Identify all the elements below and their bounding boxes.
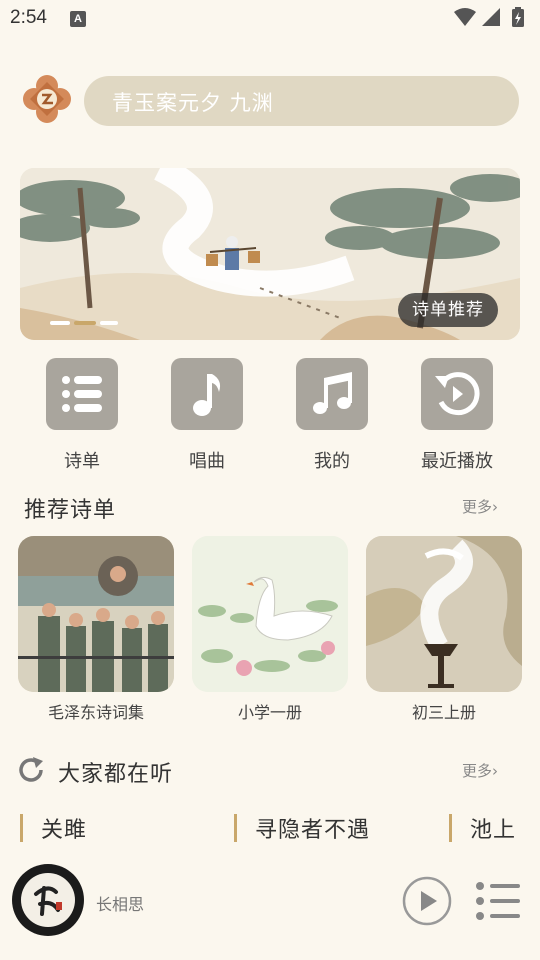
popular-item[interactable]: 池上 xyxy=(449,812,540,844)
search-input[interactable]: 青玉案元夕 九渊 xyxy=(112,87,274,117)
quick-recent-label: 最近播放 xyxy=(421,451,493,472)
playlist-card-label: 初三上册 xyxy=(411,703,476,722)
chip-accent xyxy=(234,814,237,842)
status-time: 2:54 xyxy=(10,7,47,28)
signal-icon xyxy=(482,8,500,26)
playlist-card-grade9[interactable] xyxy=(366,536,522,692)
quick-mine-button[interactable] xyxy=(296,358,368,430)
card-image xyxy=(192,536,348,692)
popular-more-link[interactable]: 更多› xyxy=(462,760,498,781)
music-note-icon xyxy=(193,374,221,416)
history-icon xyxy=(435,372,480,416)
banner-tag[interactable]: 诗单推荐 xyxy=(398,293,498,327)
popular-item[interactable]: 寻隐者不遇 xyxy=(234,812,434,844)
status-bar: 2:54 A xyxy=(0,0,540,38)
carousel-indicator xyxy=(50,321,118,325)
recommended-more-link[interactable]: 更多› xyxy=(462,496,498,517)
chip-accent xyxy=(20,814,23,842)
player-disc[interactable] xyxy=(12,864,84,936)
playlist-queue-icon[interactable] xyxy=(474,880,522,922)
player-title: 长相思 xyxy=(96,895,145,914)
card-image xyxy=(366,536,522,692)
more-label: 更多 xyxy=(462,762,493,780)
app-logo[interactable] xyxy=(18,70,76,128)
chevron-right-icon: › xyxy=(492,498,499,516)
chevron-right-icon: › xyxy=(492,762,499,780)
quick-mine-label: 我的 xyxy=(314,451,350,472)
quick-sing-button[interactable] xyxy=(171,358,243,430)
play-icon[interactable] xyxy=(402,876,452,926)
playlist-card-mao[interactable] xyxy=(18,536,174,692)
popular-title: 大家都在听 xyxy=(58,762,174,787)
popular-item-title: 池上 xyxy=(470,818,517,843)
playlist-card-primary[interactable] xyxy=(192,536,348,692)
chip-accent xyxy=(449,814,452,842)
more-label: 更多 xyxy=(462,498,493,516)
battery-icon xyxy=(512,7,524,27)
quick-sing-label: 唱曲 xyxy=(189,451,225,472)
quick-playlist-label: 诗单 xyxy=(64,451,100,472)
wifi-icon xyxy=(454,8,476,26)
quick-playlist-button[interactable] xyxy=(46,358,118,430)
disc-art xyxy=(14,866,82,934)
notification-icon: A xyxy=(70,11,86,27)
popular-item-title: 寻隐者不遇 xyxy=(255,818,371,843)
search-bar[interactable]: 青玉案元夕 九渊 xyxy=(84,76,519,126)
playlist-card-label: 毛泽东诗词集 xyxy=(47,703,144,722)
quick-recent-button[interactable] xyxy=(421,358,493,430)
status-icons xyxy=(454,7,524,27)
playlist-card-label: 小学一册 xyxy=(237,703,302,722)
list-icon xyxy=(62,376,102,412)
card-image xyxy=(18,536,174,692)
recommended-title: 推荐诗单 xyxy=(24,498,117,523)
music-notes-icon xyxy=(313,372,352,414)
popular-item[interactable]: 关雎 xyxy=(20,812,220,844)
popular-item-title: 关雎 xyxy=(41,818,88,843)
refresh-icon[interactable] xyxy=(16,755,46,785)
